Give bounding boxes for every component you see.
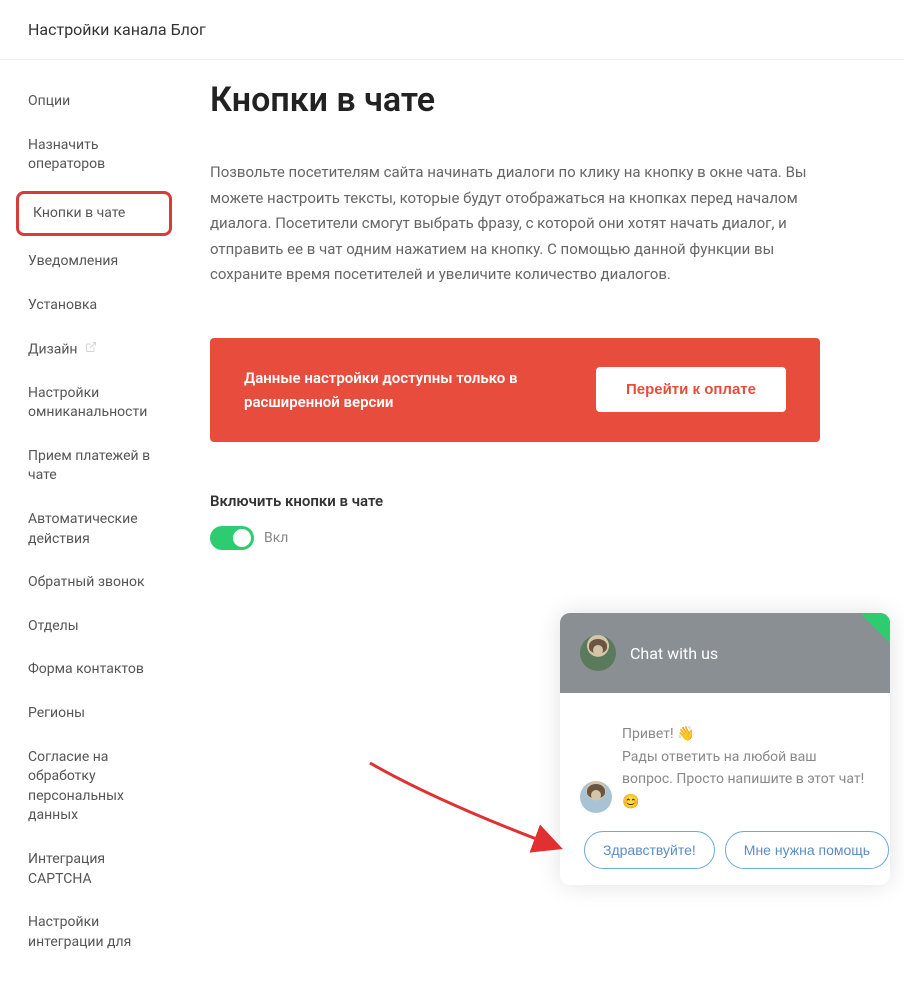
chat-message-row: Привет! 👋 Рады ответить на любой ваш воп… [580,723,870,813]
go-to-payment-button[interactable]: Перейти к оплате [596,367,786,412]
chat-button-hello[interactable]: Здравствуйте! [584,831,715,869]
sidebar: Опции Назначить операторов Кнопки в чате… [0,60,180,984]
sidebar-item-label: Установка [28,297,97,313]
upgrade-alert: Данные настройки доступны только в расши… [210,338,820,442]
external-link-icon [85,340,97,360]
chat-greeting: Привет! 👋 [622,723,870,745]
toggle-status: Вкл [264,530,288,546]
sidebar-item-notifications[interactable]: Уведомления [0,240,180,284]
sidebar-item-captcha[interactable]: Интеграция CAPTCHA [0,838,180,901]
sidebar-item-options[interactable]: Опции [0,80,180,124]
sidebar-item-chat-buttons[interactable]: Кнопки в чате [16,191,172,237]
sidebar-item-payments[interactable]: Прием платежей в чате [0,435,180,498]
page-description: Позвольте посетителям сайта начинать диа… [210,160,820,288]
sidebar-item-label: Опции [28,93,70,109]
sidebar-item-design[interactable]: Дизайн [0,328,180,372]
sidebar-item-label: Настройки интеграции для [28,914,131,950]
sidebar-item-label: Обратный звонок [28,574,145,590]
sidebar-item-departments[interactable]: Отделы [0,605,180,649]
sidebar-item-label: Интеграция CAPTCHA [28,851,105,887]
sidebar-item-contact-form[interactable]: Форма контактов [0,648,180,692]
sidebar-item-integration[interactable]: Настройки интеграции для [0,901,180,964]
sidebar-item-auto-actions[interactable]: Автоматические действия [0,498,180,561]
chat-body: Привет! 👋 Рады ответить на любой ваш воп… [560,693,890,885]
sidebar-item-assign-operators[interactable]: Назначить операторов [0,124,180,187]
toggle-label: Включить кнопки в чате [210,492,820,510]
sidebar-item-label: Прием платежей в чате [28,448,150,484]
chat-corner-decoration [860,613,890,643]
chat-message-bubble: Привет! 👋 Рады ответить на любой ваш воп… [622,723,870,813]
sidebar-item-install[interactable]: Установка [0,284,180,328]
sidebar-item-omnichannel[interactable]: Настройки омниканальности [0,372,180,435]
sidebar-item-label: Кнопки в чате [33,205,125,221]
sidebar-item-consent[interactable]: Согласие на обработку персональных данны… [0,736,180,838]
sidebar-item-label: Отделы [28,618,79,634]
chat-widget-preview: Chat with us Привет! 👋 Рады ответить на … [560,613,890,885]
enable-chat-buttons-toggle[interactable] [210,526,254,550]
chat-message-text: Рады ответить на любой ваш вопрос. Прост… [622,746,870,813]
chat-operator-avatar [580,635,616,671]
sidebar-item-regions[interactable]: Регионы [0,692,180,736]
sidebar-item-label: Автоматические действия [28,511,138,547]
sidebar-item-label: Назначить операторов [28,137,105,173]
sidebar-item-label: Согласие на обработку персональных данны… [28,749,124,824]
sidebar-item-label: Уведомления [28,253,118,269]
sidebar-item-label: Форма контактов [28,661,144,677]
chat-message-avatar [580,781,612,813]
sidebar-item-callback[interactable]: Обратный звонок [0,561,180,605]
sidebar-item-label: Дизайн [28,341,78,357]
toggle-row: Вкл [210,526,820,550]
chat-header-title: Chat with us [630,644,718,663]
chat-button-help[interactable]: Мне нужна помощь [725,831,889,869]
page-header: Настройки канала Блог [0,0,904,60]
sidebar-item-label: Регионы [28,705,85,721]
chat-widget-header: Chat with us [560,613,890,693]
toggle-section: Включить кнопки в чате Вкл [210,492,820,550]
sidebar-item-label: Настройки омниканальности [28,385,147,421]
chat-quick-buttons: Здравствуйте! Мне нужна помощь [580,831,870,869]
page-title: Кнопки в чате [210,80,820,120]
toggle-knob [233,529,251,547]
header-title: Настройки канала Блог [28,20,206,39]
alert-text: Данные настройки доступны только в расши… [244,366,524,414]
